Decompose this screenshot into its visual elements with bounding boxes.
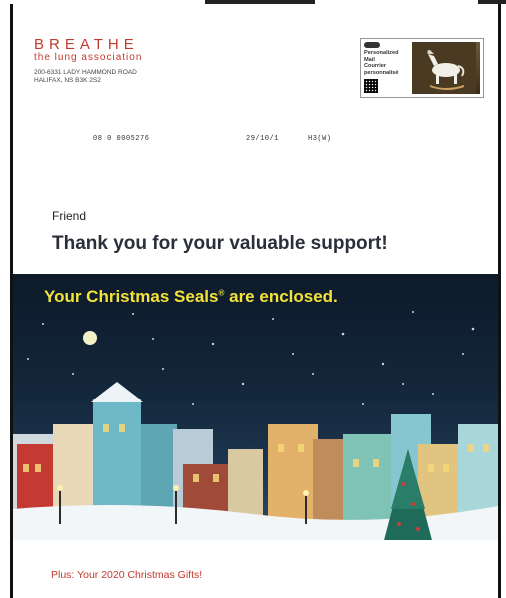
brand-tagline: the lung association (34, 52, 143, 63)
sort-code-left: 08 0 0005276 (93, 135, 150, 143)
scan-edge-top (205, 0, 315, 4)
datamatrix-icon (364, 79, 378, 93)
canada-post-logo-icon (364, 42, 380, 48)
postage-line-4: personnalisé (364, 69, 399, 76)
thank-you-headline: Thank you for your valuable support! (52, 233, 388, 254)
brand-name: BREATHE (34, 36, 139, 53)
scan-edge-right (498, 4, 501, 598)
scan-edge-top-right (478, 0, 506, 4)
gifts-tagline: Plus: Your 2020 Christmas Gifts! (51, 569, 203, 581)
christmas-seals-headline: Your Christmas Seals® are enclosed. (44, 287, 338, 307)
sort-code-right: H3(W) (308, 135, 332, 143)
village-scene-graphic (13, 311, 498, 554)
village-houses (13, 382, 498, 524)
sender-address: 200-6331 LADY HAMMOND ROAD HALIFAX, NS B… (34, 69, 142, 85)
winter-village-illustration (13, 274, 498, 554)
address-line-2: HALIFAX, NS B3K 2S2 (34, 77, 101, 84)
headline-tail: are enclosed. (224, 287, 338, 306)
recipient-greeting: Friend (52, 209, 87, 223)
sort-code-middle: 29/10/1 (246, 135, 279, 143)
postage-indicia: Personalized Mail Courrier personnalisé (360, 38, 484, 98)
headline-text: Your Christmas Seals (44, 287, 219, 306)
sender-block: BREATHE the lung association 200-6331 LA… (34, 36, 142, 85)
address-line-1: 200-6331 LADY HAMMOND ROAD (34, 69, 137, 76)
moon-icon (83, 331, 97, 345)
postage-label: Personalized Mail Courrier personnalisé (361, 39, 409, 97)
rocking-horse-stamp-image (412, 42, 480, 94)
snowflakes (27, 311, 475, 405)
rocking-horse-icon (412, 42, 476, 94)
